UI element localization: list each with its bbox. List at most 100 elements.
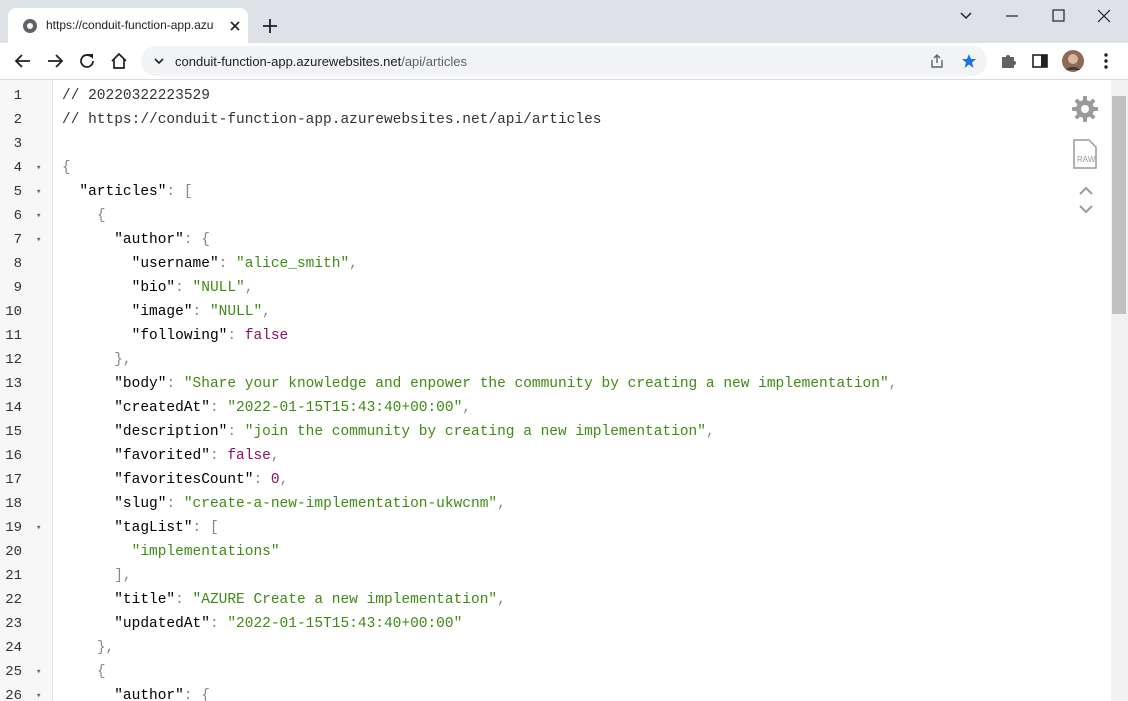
code-line: 24 }, xyxy=(0,636,1110,660)
line-number: 18 xyxy=(5,496,22,512)
window-close-icon[interactable] xyxy=(1094,8,1114,24)
line-number: 25 xyxy=(5,664,22,680)
url-host: conduit-function-app.azurewebsites.net xyxy=(175,54,402,69)
forward-arrow-icon[interactable] xyxy=(45,51,65,71)
code-line: 5 ▾ "articles": [ xyxy=(0,180,1110,204)
line-number: 4 xyxy=(13,160,22,176)
url-text[interactable]: conduit-function-app.azurewebsites.net/a… xyxy=(175,54,467,69)
code-text: "favoritesCount": 0, xyxy=(114,472,289,488)
address-bar[interactable]: conduit-function-app.azurewebsites.net/a… xyxy=(141,46,987,76)
code-line: 13 "body": "Share your knowledge and enp… xyxy=(0,372,1110,396)
code-text: }, xyxy=(96,640,115,656)
code-line: 6 ▾ { xyxy=(0,204,1110,228)
code-text: "implementations" xyxy=(131,544,280,560)
line-number: 11 xyxy=(5,328,22,344)
code-line: 16 "favorited": false, xyxy=(0,444,1110,468)
code-line: 25 ▾ { xyxy=(0,660,1110,684)
line-number: 23 xyxy=(5,616,22,632)
line-number: 12 xyxy=(5,352,22,368)
line-number: 21 xyxy=(5,568,22,584)
line-number: 22 xyxy=(5,592,22,608)
code-text: // https://conduit-function-app.azureweb… xyxy=(62,112,602,128)
code-line: 12 }, xyxy=(0,348,1110,372)
raw-file-icon[interactable]: RAW xyxy=(1072,138,1098,170)
code-line: 8 "username": "alice_smith", xyxy=(0,252,1110,276)
code-text: ], xyxy=(114,568,132,584)
line-number: 16 xyxy=(5,448,22,464)
code-text: "slug": "create-a-new-implementation-ukw… xyxy=(114,496,506,512)
fold-triangle-icon[interactable]: ▾ xyxy=(36,156,41,180)
tab-search-icon[interactable] xyxy=(956,8,976,24)
code-line: 20 "implementations" xyxy=(0,540,1110,564)
side-panel-icon[interactable] xyxy=(1030,51,1050,71)
fold-triangle-icon[interactable]: ▾ xyxy=(36,180,41,204)
line-number: 20 xyxy=(5,544,22,560)
line-number: 26 xyxy=(5,688,22,701)
code-line: 18 "slug": "create-a-new-implementation-… xyxy=(0,492,1110,516)
home-icon[interactable] xyxy=(109,51,129,71)
line-number: 1 xyxy=(13,88,22,104)
scrollbar-thumb[interactable] xyxy=(1112,96,1126,314)
code-text: "title": "AZURE Create a new implementat… xyxy=(114,592,506,608)
profile-avatar-icon[interactable] xyxy=(1062,50,1084,72)
gear-icon[interactable] xyxy=(1070,94,1100,124)
line-number: 9 xyxy=(13,280,22,296)
extensions-puzzle-icon[interactable] xyxy=(998,51,1018,71)
browser-tab[interactable]: https://conduit-function-app.azu xyxy=(8,8,248,43)
browser-toolbar: conduit-function-app.azurewebsites.net/a… xyxy=(0,43,1128,80)
minimize-icon[interactable] xyxy=(1002,8,1022,24)
svg-text:RAW: RAW xyxy=(1077,155,1096,164)
fold-triangle-icon[interactable]: ▾ xyxy=(36,684,41,701)
globe-icon xyxy=(23,19,37,33)
code-text: "author": { xyxy=(114,688,210,701)
line-number: 10 xyxy=(5,304,22,320)
line-number: 17 xyxy=(5,472,22,488)
code-text: "articles": [ xyxy=(79,184,193,200)
close-icon[interactable] xyxy=(228,19,242,33)
fold-triangle-icon[interactable]: ▾ xyxy=(36,204,41,228)
code-text: "favorited": false, xyxy=(114,448,280,464)
code-line: 26 ▾ "author": { xyxy=(0,684,1110,701)
more-menu-icon[interactable] xyxy=(1096,51,1116,71)
fold-triangle-icon[interactable]: ▾ xyxy=(36,228,41,252)
line-number: 7 xyxy=(13,232,22,248)
chevron-down-icon[interactable] xyxy=(153,55,165,67)
code-line: 9 "bio": "NULL", xyxy=(0,276,1110,300)
code-line: 14 "createdAt": "2022-01-15T15:43:40+00:… xyxy=(0,396,1110,420)
reload-icon[interactable] xyxy=(77,51,97,71)
code-text: "image": "NULL", xyxy=(131,304,271,320)
code-text: "username": "alice_smith", xyxy=(131,256,358,272)
code-text: "author": { xyxy=(114,232,210,248)
new-tab-icon[interactable] xyxy=(261,17,279,35)
code-text: { xyxy=(96,208,106,224)
line-number: 8 xyxy=(13,256,22,272)
line-number: 15 xyxy=(5,424,22,440)
expand-collapse-icon[interactable] xyxy=(1078,184,1094,216)
code-line: 10 "image": "NULL", xyxy=(0,300,1110,324)
line-number: 14 xyxy=(5,400,22,416)
code-line: 19 ▾ "tagList": [ xyxy=(0,516,1110,540)
url-path: /api/articles xyxy=(401,54,467,69)
code-line: 21 ], xyxy=(0,564,1110,588)
share-icon[interactable] xyxy=(929,53,945,69)
code-text: "bio": "NULL", xyxy=(131,280,254,296)
line-number: 6 xyxy=(13,208,22,224)
code-line: 23 "updatedAt": "2022-01-15T15:43:40+00:… xyxy=(0,612,1110,636)
code-text: "updatedAt": "2022-01-15T15:43:40+00:00" xyxy=(114,616,463,632)
fold-triangle-icon[interactable]: ▾ xyxy=(36,660,41,684)
code-text: "description": "join the community by cr… xyxy=(114,424,715,440)
fold-triangle-icon[interactable]: ▾ xyxy=(36,516,41,540)
code-line: 11 "following": false xyxy=(0,324,1110,348)
code-text: }, xyxy=(114,352,132,368)
tab-title: https://conduit-function-app.azu xyxy=(46,18,214,32)
maximize-icon[interactable] xyxy=(1048,8,1068,24)
code-area[interactable]: 1 // 20220322223529 2 // https://conduit-fu… xyxy=(0,84,1110,701)
back-arrow-icon[interactable] xyxy=(13,51,33,71)
line-number: 24 xyxy=(5,640,22,656)
code-line: 15 "description": "join the community by… xyxy=(0,420,1110,444)
code-line: 17 "favoritesCount": 0, xyxy=(0,468,1110,492)
bookmark-star-icon[interactable] xyxy=(961,53,977,69)
code-text: "body": "Share your knowledge and enpowe… xyxy=(114,376,898,392)
code-line: 7 ▾ "author": { xyxy=(0,228,1110,252)
line-number: 19 xyxy=(5,520,22,536)
